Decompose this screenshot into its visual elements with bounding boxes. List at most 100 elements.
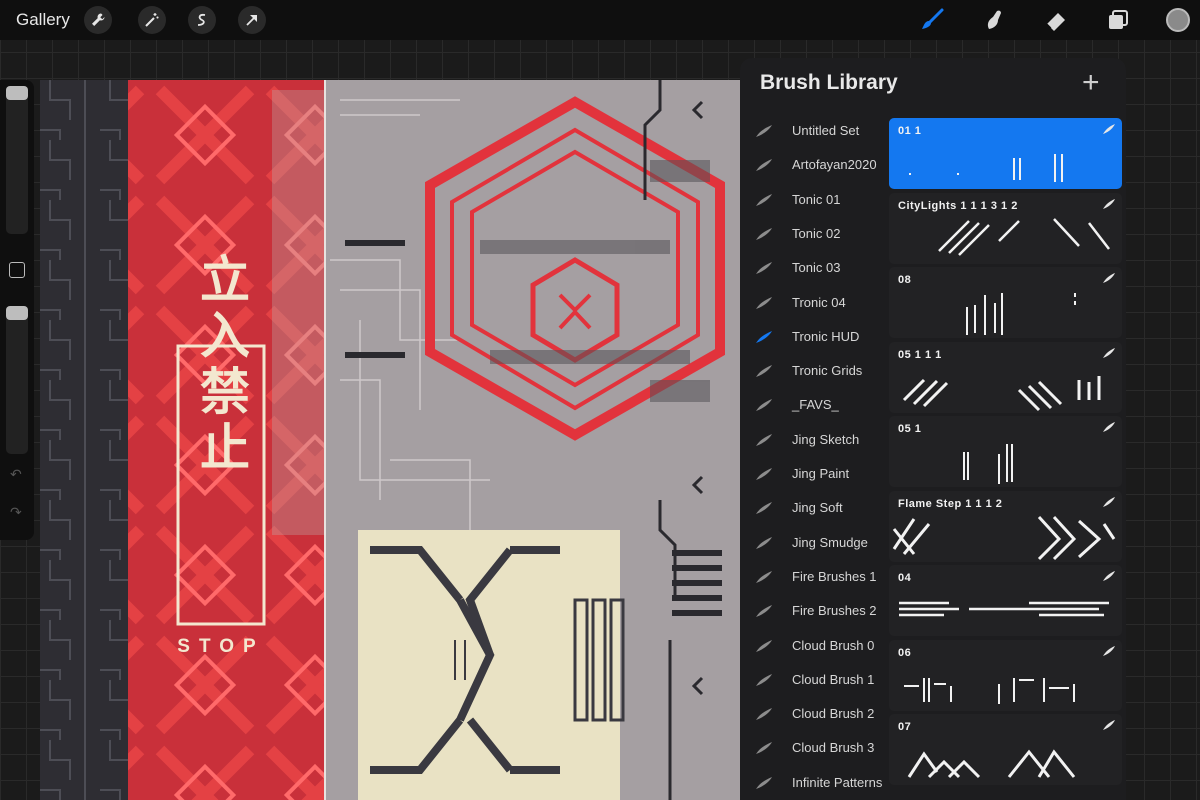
eraser-icon[interactable] xyxy=(1042,6,1070,34)
brush-set-item[interactable]: _FAVS_ xyxy=(740,388,888,422)
brush-set-label: Artofayan2020 xyxy=(792,157,877,173)
brush-library-panel: Brush Library + Untitled Set Artofayan202… xyxy=(740,58,1126,800)
brush-set-label: Jing Paint xyxy=(792,466,850,481)
brush-set-item[interactable]: Fire Brushes 2 xyxy=(740,594,888,628)
brush-card[interactable]: 05 1 xyxy=(889,416,1122,487)
undo-icon[interactable]: ↶ xyxy=(10,466,22,483)
brush-set-item[interactable]: Infinite Patterns xyxy=(740,766,888,800)
brush-set-icon xyxy=(756,399,772,412)
brush-card[interactable]: Flame Step 1 1 1 2 xyxy=(889,490,1122,562)
magic-wand-icon[interactable] xyxy=(138,6,166,34)
selection-icon[interactable] xyxy=(188,6,216,34)
brush-set-label: Tronic 04 xyxy=(792,294,846,310)
brush-set-label: Cloud Brush 3 xyxy=(792,740,875,756)
brush-set-label: Jing Smudge xyxy=(792,534,868,550)
brush-set-item[interactable]: Jing Soft xyxy=(740,491,888,525)
brush-stroke-preview xyxy=(966,293,1076,335)
drawing-canvas[interactable]: 立入禁止 STOP xyxy=(40,80,740,800)
artwork: 立入禁止 STOP xyxy=(40,80,740,800)
brush-set-icon xyxy=(756,776,772,789)
stop-text: STOP xyxy=(177,636,264,657)
layers-icon[interactable] xyxy=(1104,6,1132,34)
brush-set-icon xyxy=(756,502,772,515)
color-icon[interactable] xyxy=(1166,8,1190,32)
brush-set-label: Infinite Patterns xyxy=(792,774,883,790)
brush-set-item[interactable]: Cloud Brush 3 xyxy=(740,731,888,765)
brush-stroke-preview xyxy=(963,444,1013,484)
brush-set-icon xyxy=(756,330,772,343)
brush-set-item[interactable]: Cloud Brush 0 xyxy=(740,629,888,663)
brush-set-icon xyxy=(756,193,772,206)
brush-feather-icon xyxy=(1103,347,1115,358)
brush-set-icon xyxy=(756,536,772,549)
eyedropper-square-icon[interactable] xyxy=(9,262,25,278)
brush-card[interactable]: 05 1 1 1 xyxy=(889,341,1122,413)
brush-card[interactable]: 07 xyxy=(889,714,1122,785)
wrench-icon[interactable] xyxy=(84,6,112,34)
smudge-icon[interactable] xyxy=(980,6,1008,34)
brush-icon[interactable] xyxy=(918,6,946,34)
brush-set-label: Cloud Brush 2 xyxy=(792,706,875,722)
brush-set-icon xyxy=(756,708,772,721)
brush-set-icon xyxy=(756,742,772,755)
brush-set-item[interactable]: Tronic Grids xyxy=(740,354,888,388)
brush-set-item[interactable]: Tronic 04 xyxy=(740,286,888,320)
brush-card[interactable]: 08 xyxy=(889,267,1122,338)
brush-set-label: Tonic 02 xyxy=(792,225,841,241)
brush-feather-icon xyxy=(1103,198,1115,209)
redo-icon[interactable]: ↷ xyxy=(10,504,22,521)
brush-set-label: Cloud Brush 1 xyxy=(792,671,875,687)
opacity-slider[interactable] xyxy=(6,306,28,454)
brush-set-label: _FAVS_ xyxy=(792,397,839,413)
brush-set-item[interactable]: Untitled Set xyxy=(740,114,888,148)
brush-set-item[interactable]: Tonic 03 xyxy=(740,251,888,285)
brush-set-item[interactable]: Tronic HUD xyxy=(740,320,888,354)
brush-set-item[interactable]: Cloud Brush 2 xyxy=(740,697,888,731)
brush-card[interactable]: 01 1 xyxy=(889,118,1122,189)
brush-stroke-preview xyxy=(907,749,1076,779)
brush-set-item[interactable]: Artofayan2020 xyxy=(740,148,888,182)
panel-title: Brush Library xyxy=(760,71,898,94)
brush-set-icon xyxy=(756,605,772,618)
side-slider-bar: ↶ ↷ xyxy=(0,80,34,540)
brush-card[interactable]: 06 xyxy=(889,639,1122,711)
brush-stroke-preview xyxy=(909,154,1063,182)
brush-set-icon xyxy=(756,673,772,686)
brush-set-label: Fire Brushes 1 xyxy=(792,568,877,584)
brush-card[interactable]: CityLights 1 1 1 3 1 2 xyxy=(889,192,1122,264)
brush-card[interactable]: 04 xyxy=(889,565,1122,636)
brush-set-item[interactable]: Jing Sketch xyxy=(740,423,888,457)
brush-set-label: Jing Sketch xyxy=(792,431,860,447)
brush-set-icon xyxy=(756,296,772,309)
brush-stroke-preview xyxy=(904,677,1075,704)
brush-size-knob[interactable] xyxy=(6,86,28,100)
brush-set-item[interactable]: Jing Smudge xyxy=(740,526,888,560)
brush-set-label: Tonic 03 xyxy=(792,260,841,276)
brush-set-icon xyxy=(756,262,772,275)
opacity-knob[interactable] xyxy=(6,306,28,320)
brush-set-icon xyxy=(756,365,772,378)
brush-set-item[interactable]: Tonic 02 xyxy=(740,217,888,251)
brush-set-item[interactable]: Tonic 01 xyxy=(740,183,888,217)
gallery-button[interactable]: Gallery xyxy=(16,10,70,30)
brush-set-label: Untitled Set xyxy=(792,123,860,138)
brush-set-label: Cloud Brush 0 xyxy=(792,637,875,653)
brush-feather-icon xyxy=(1103,273,1115,283)
brush-stroke-preview xyxy=(899,601,1109,617)
brush-set-item[interactable]: Fire Brushes 1 xyxy=(740,560,888,594)
brush-set-icon xyxy=(756,125,772,137)
transform-arrow-icon[interactable] xyxy=(238,6,266,34)
brush-set-label: Fire Brushes 2 xyxy=(792,603,877,619)
brush-feather-icon xyxy=(1103,422,1115,432)
add-brush-set-button[interactable]: + xyxy=(1082,66,1100,100)
brush-set-label: Tronic HUD xyxy=(792,328,860,344)
brush-set-item[interactable]: Cloud Brush 1 xyxy=(740,663,888,697)
brush-size-slider[interactable] xyxy=(6,86,28,234)
brush-set-label: Tronic Grids xyxy=(792,363,863,379)
brush-feather-icon xyxy=(1103,645,1115,656)
brush-set-icon xyxy=(756,570,772,583)
brush-set-icon xyxy=(756,227,772,240)
brush-set-label: Tonic 01 xyxy=(792,191,841,207)
brush-stroke-preview xyxy=(902,375,1101,411)
brush-set-item[interactable]: Jing Paint xyxy=(740,457,888,491)
